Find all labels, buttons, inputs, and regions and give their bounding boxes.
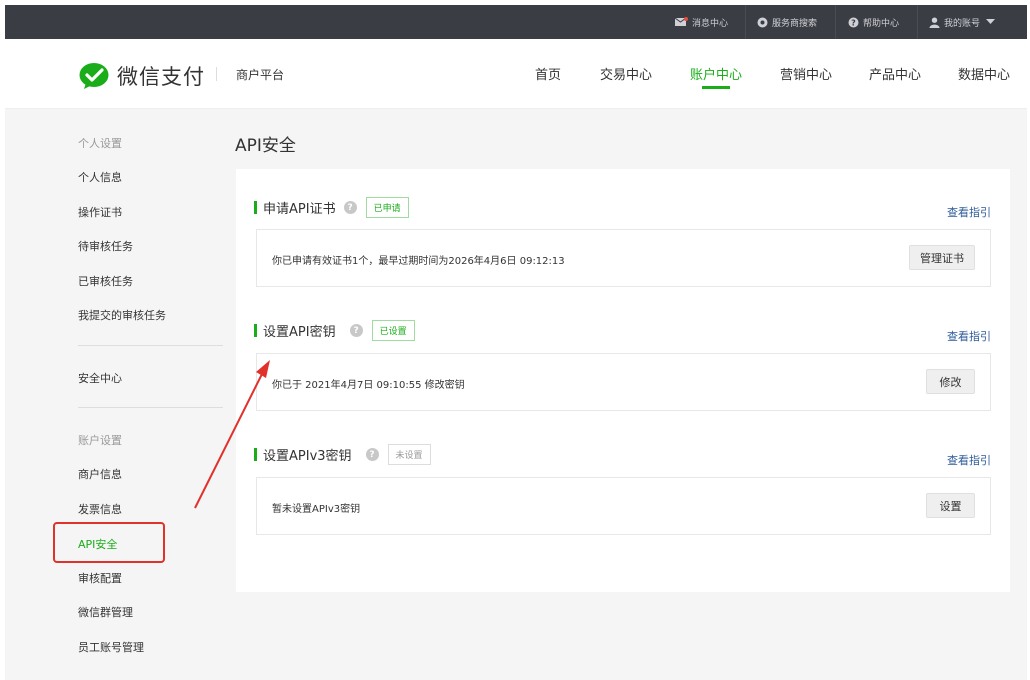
apiv3-key-info: 暂未设置APIv3密钥 xyxy=(272,504,361,515)
sidebar-divider xyxy=(78,407,223,408)
section-title-text: 设置API密钥 xyxy=(263,325,336,340)
status-badge: 未设置 xyxy=(387,444,431,465)
my-account-menu[interactable]: 我的账号 xyxy=(929,5,999,39)
page-title: API安全 xyxy=(235,136,296,156)
caret-down-icon xyxy=(986,19,996,24)
nav-account-center[interactable]: 账户中心 xyxy=(690,64,742,83)
help-icon[interactable]: ? xyxy=(365,448,379,461)
page-body: 个人设置 个人信息 操作证书 待审核任务 已审核任务 我提交的审核任务 安全中心… xyxy=(5,109,1027,680)
sidebar-item-reviewed-tasks[interactable]: 已审核任务 xyxy=(78,273,133,289)
status-badge: 已申请 xyxy=(365,197,409,218)
logo-divider xyxy=(216,67,217,81)
svg-text:?: ? xyxy=(851,18,856,27)
logo-text: 微信支付 xyxy=(117,65,205,89)
guide-link[interactable]: 查看指引 xyxy=(947,204,991,220)
nav-products[interactable]: 产品中心 xyxy=(869,64,921,83)
service-search-label: 服务商搜索 xyxy=(772,18,818,29)
sidebar-item-submitted-tasks[interactable]: 我提交的审核任务 xyxy=(78,307,166,323)
nav-home[interactable]: 首页 xyxy=(535,64,561,83)
api-key-info: 你已于 2021年4月7日 09:10:55 修改密钥 xyxy=(272,380,465,391)
platform-subtitle: 商户平台 xyxy=(236,68,285,82)
section-marker xyxy=(254,201,257,214)
sidebar-item-operation-cert[interactable]: 操作证书 xyxy=(78,204,122,220)
wechat-pay-logo-icon xyxy=(79,63,109,89)
api-key-box: 你已于 2021年4月7日 09:10:55 修改密钥 修改 xyxy=(256,353,991,411)
section-marker xyxy=(254,324,257,337)
sidebar-item-wechat-group[interactable]: 微信群管理 xyxy=(78,604,133,620)
nav-transactions[interactable]: 交易中心 xyxy=(600,64,652,83)
status-badge: 已设置 xyxy=(371,320,415,341)
manage-cert-button[interactable]: 管理证书 xyxy=(909,245,975,270)
nav-active-indicator xyxy=(702,86,730,89)
section-api-cert-title: 申请API证书 ? 已申请 xyxy=(254,197,409,218)
help-center-label: 帮助中心 xyxy=(863,18,900,29)
section-marker xyxy=(254,448,257,461)
my-account-label: 我的账号 xyxy=(944,18,981,29)
help-icon[interactable]: ? xyxy=(343,201,357,214)
mail-icon xyxy=(675,17,688,26)
sidebar-item-staff-accounts[interactable]: 员工账号管理 xyxy=(78,639,144,655)
sidebar-divider xyxy=(78,345,223,346)
help-icon: ? xyxy=(848,17,859,27)
sidebar-item-merchant-info[interactable]: 商户信息 xyxy=(78,466,122,482)
sidebar-item-security-center[interactable]: 安全中心 xyxy=(78,370,122,386)
header: 微信支付 商户平台 首页 交易中心 账户中心 营销中心 产品中心 数据中心 xyxy=(5,39,1027,109)
nav-marketing[interactable]: 营销中心 xyxy=(780,64,832,83)
sidebar-item-pending-tasks[interactable]: 待审核任务 xyxy=(78,238,133,254)
guide-link[interactable]: 查看指引 xyxy=(947,328,991,344)
sidebar-item-review-config[interactable]: 审核配置 xyxy=(78,570,122,586)
top-bar: 消息中心 服务商搜索 ? 帮助中心 我的账号 xyxy=(5,5,1027,39)
section-title-text: 设置APIv3密钥 xyxy=(263,449,352,464)
service-search-link[interactable]: 服务商搜索 xyxy=(757,5,817,39)
section-api-key-title: 设置API密钥 ? 已设置 xyxy=(254,320,415,341)
wechat-pay-logo[interactable]: 微信支付 xyxy=(79,61,205,91)
set-key-button[interactable]: 设置 xyxy=(926,493,975,518)
highlight-annotation-box xyxy=(53,522,165,563)
section-title-text: 申请API证书 xyxy=(263,202,336,217)
target-icon xyxy=(757,17,768,27)
apiv3-key-box: 暂未设置APIv3密钥 设置 xyxy=(256,477,991,535)
api-cert-info: 你已申请有效证书1个，最早过期时间为2026年4月6日 09:12:13 xyxy=(272,256,565,267)
user-icon xyxy=(929,17,940,28)
message-center-label: 消息中心 xyxy=(692,18,729,29)
api-cert-box: 你已申请有效证书1个，最早过期时间为2026年4月6日 09:12:13 管理证… xyxy=(256,229,991,287)
sidebar-heading-personal: 个人设置 xyxy=(78,137,122,150)
section-apiv3-key-title: 设置APIv3密钥 ? 未设置 xyxy=(254,444,431,465)
guide-link[interactable]: 查看指引 xyxy=(947,452,991,468)
sidebar-item-personal-info[interactable]: 个人信息 xyxy=(78,169,122,185)
sidebar-heading-account: 账户设置 xyxy=(78,434,122,447)
sidebar-item-invoice-info[interactable]: 发票信息 xyxy=(78,501,122,517)
help-center-link[interactable]: ? 帮助中心 xyxy=(848,5,899,39)
message-center-link[interactable]: 消息中心 xyxy=(675,5,728,39)
api-security-card: 申请API证书 ? 已申请 查看指引 你已申请有效证书1个，最早过期时间为202… xyxy=(236,169,1010,592)
nav-data[interactable]: 数据中心 xyxy=(958,64,1010,83)
modify-key-button[interactable]: 修改 xyxy=(926,369,975,394)
help-icon[interactable]: ? xyxy=(349,324,363,337)
